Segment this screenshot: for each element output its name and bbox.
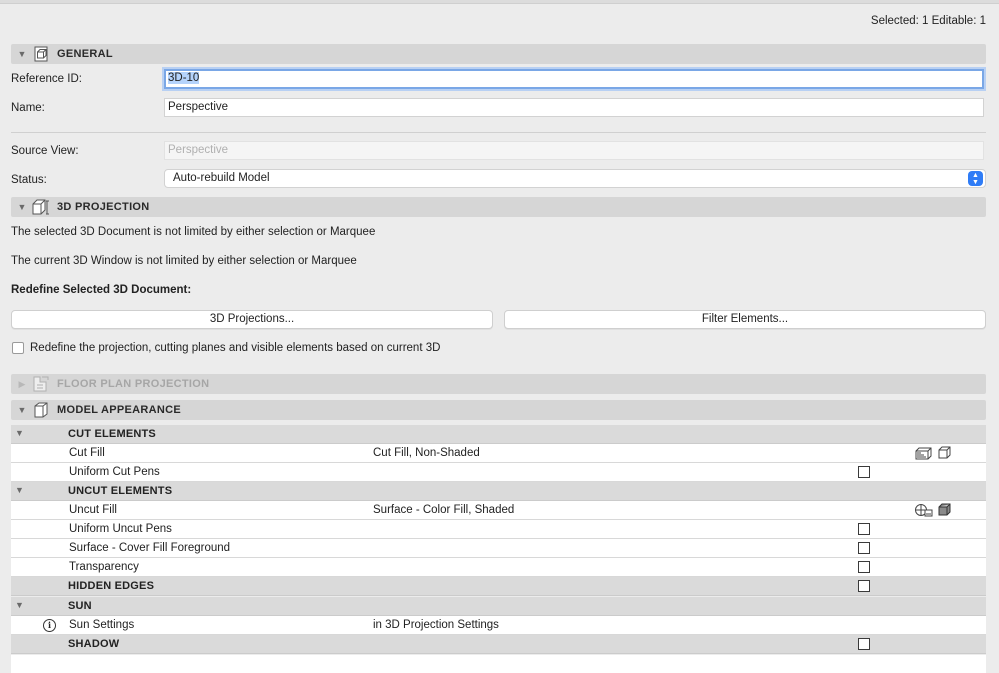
row-value: in 3D Projection Settings (373, 619, 499, 631)
uniform-cut-pens-checkbox[interactable] (858, 466, 870, 478)
model-appearance-icon (31, 401, 51, 419)
redefine-checkbox[interactable] (12, 342, 24, 354)
group-title: CUT ELEMENTS (68, 428, 156, 440)
reference-id-value: 3D-10 (168, 72, 200, 84)
non-shaded-box-icon[interactable] (938, 446, 952, 463)
surface-cover-fill-checkbox[interactable] (858, 542, 870, 554)
window-top-edge (0, 0, 999, 4)
hidden-edges-group[interactable]: HIDDEN EDGES (11, 577, 986, 596)
section-title: MODEL APPEARANCE (57, 404, 181, 416)
row-label: Uniform Uncut Pens (69, 523, 172, 535)
reference-id-label: Reference ID: (11, 73, 82, 85)
floor-plan-icon (31, 375, 51, 393)
uniform-cut-pens-row[interactable]: Uniform Cut Pens (11, 463, 986, 482)
expand-triangle-icon[interactable]: ▼ (13, 202, 31, 212)
redefine-checkbox-label: Redefine the projection, cutting planes … (30, 342, 441, 354)
expand-triangle-icon[interactable]: ▼ (15, 428, 24, 438)
source-view-label: Source View: (11, 145, 79, 157)
row-label: Surface - Cover Fill Foreground (69, 542, 231, 554)
section-general-header[interactable]: ▼ GENERAL (11, 44, 986, 64)
group-title: SUN (68, 600, 92, 612)
row-label: Uncut Fill (69, 504, 117, 516)
uncut-fill-row[interactable]: Uncut Fill Surface - Color Fill, Shaded (11, 501, 986, 520)
expand-triangle-icon[interactable]: ▼ (13, 405, 31, 415)
sun-group[interactable]: ▼ SUN (11, 597, 986, 616)
redefine-heading: Redefine Selected 3D Document: (11, 284, 192, 296)
3d-projections-button[interactable]: 3D Projections... (11, 310, 493, 329)
row-value[interactable]: Cut Fill, Non-Shaded (373, 447, 480, 459)
row-label: Uniform Cut Pens (69, 466, 160, 478)
group-title: HIDDEN EDGES (68, 580, 155, 592)
expand-triangle-icon[interactable]: ▼ (15, 485, 24, 495)
uncut-elements-group[interactable]: ▼ UNCUT ELEMENTS (11, 482, 986, 501)
group-title: SHADOW (68, 638, 120, 650)
transparency-checkbox[interactable] (858, 561, 870, 573)
transparency-row[interactable]: Transparency (11, 558, 986, 577)
general-settings-icon (31, 45, 51, 63)
document-limit-message: The selected 3D Document is not limited … (11, 226, 376, 238)
row-label: Transparency (69, 561, 139, 573)
uniform-uncut-pens-checkbox[interactable] (858, 523, 870, 535)
selection-info: Selected: 1 Editable: 1 (870, 15, 986, 27)
section-model-appearance-header[interactable]: ▼ MODEL APPEARANCE (11, 400, 986, 420)
collapsed-triangle-icon: ▶ (18, 378, 26, 389)
surface-color-fill-icon[interactable] (914, 503, 934, 521)
status-value: Auto-rebuild Model (173, 172, 270, 184)
row-label: Cut Fill (69, 447, 105, 459)
hidden-edges-checkbox[interactable] (858, 580, 870, 592)
shadow-checkbox[interactable] (858, 638, 870, 650)
source-view-field: Perspective (164, 141, 984, 160)
expand-triangle-icon[interactable]: ▼ (15, 600, 24, 610)
section-floor-plan-header: ▶ FLOOR PLAN PROJECTION (11, 374, 986, 394)
name-field[interactable]: Perspective (164, 98, 984, 117)
cut-elements-group[interactable]: ▼ CUT ELEMENTS (11, 425, 986, 444)
updown-arrows-icon: ▲ ▼ (968, 171, 983, 186)
divider (11, 132, 986, 133)
section-3d-projection-header[interactable]: ▼ 3D PROJECTION (11, 197, 986, 217)
section-title: GENERAL (57, 48, 113, 60)
info-icon[interactable]: i (43, 619, 56, 632)
cut-fill-pattern-icon[interactable] (914, 446, 934, 464)
sun-settings-row[interactable]: i Sun Settings in 3D Projection Settings (11, 616, 986, 635)
name-label: Name: (11, 102, 45, 114)
row-label: Sun Settings (69, 619, 135, 631)
section-title: 3D PROJECTION (57, 201, 150, 213)
shaded-box-icon[interactable] (938, 503, 952, 520)
group-title: UNCUT ELEMENTS (68, 485, 173, 497)
expand-triangle-icon[interactable]: ▼ (13, 49, 31, 59)
section-title: FLOOR PLAN PROJECTION (57, 378, 210, 390)
3d-projection-icon (31, 198, 51, 216)
row-value[interactable]: Surface - Color Fill, Shaded (373, 504, 514, 516)
surface-cover-fill-row[interactable]: Surface - Cover Fill Foreground (11, 539, 986, 558)
status-select[interactable]: Auto-rebuild Model ▲ ▼ (164, 169, 986, 188)
window-limit-message: The current 3D Window is not limited by … (11, 255, 357, 267)
status-label: Status: (11, 174, 47, 186)
reference-id-field[interactable]: 3D-10 (164, 69, 984, 89)
shadow-group[interactable]: SHADOW (11, 635, 986, 654)
uniform-uncut-pens-row[interactable]: Uniform Uncut Pens (11, 520, 986, 539)
filter-elements-button[interactable]: Filter Elements... (504, 310, 986, 329)
cut-fill-row[interactable]: Cut Fill Cut Fill, Non-Shaded (11, 444, 986, 463)
list-empty-area (11, 655, 986, 673)
